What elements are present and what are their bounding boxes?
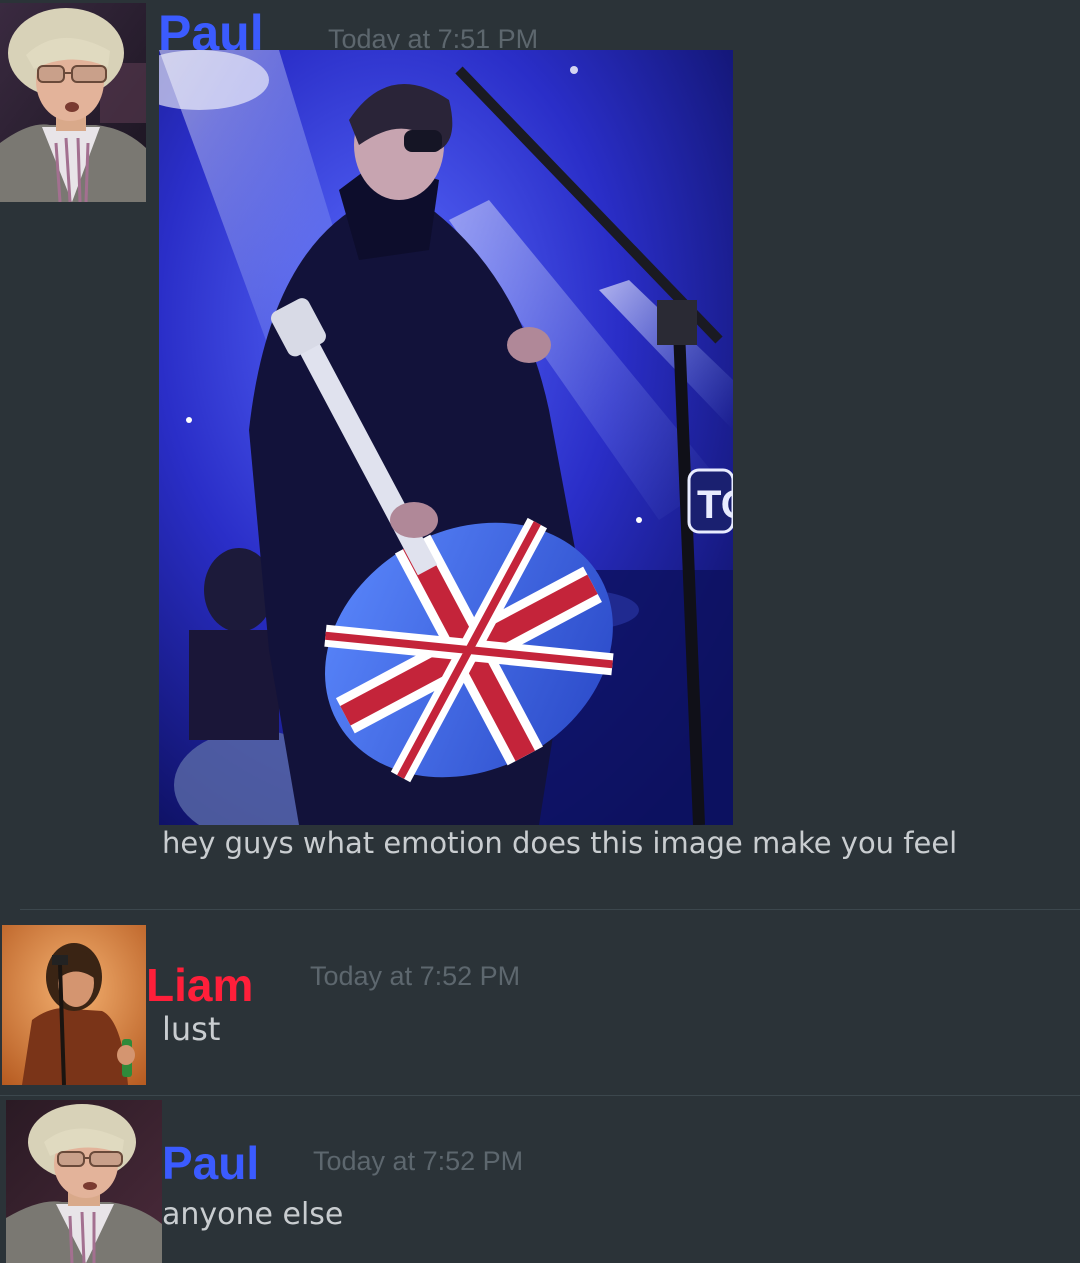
message-text: anyone else — [162, 1197, 344, 1232]
divider — [0, 1095, 1080, 1096]
avatar[interactable] — [2, 925, 146, 1085]
chat-window: Paul Today at 7:51 PM T hey guys what em… — [0, 0, 1080, 1263]
timestamp: Today at 7:52 PM — [310, 961, 521, 991]
avatar[interactable] — [6, 1100, 162, 1263]
image-attachment[interactable]: TO — [159, 50, 733, 825]
stage-sign-text: TO — [697, 483, 733, 527]
user-avatar-image — [0, 3, 146, 202]
user-avatar-image — [2, 925, 146, 1085]
message-text: hey guys what emotion does this image ma… — [162, 826, 958, 860]
user-avatar-image — [6, 1100, 162, 1263]
concert-photo: TO — [159, 50, 733, 825]
username[interactable]: Paul — [162, 1140, 259, 1186]
timestamp: Today at 7:51 PM — [328, 24, 539, 54]
avatar[interactable] — [0, 3, 146, 202]
divider — [20, 909, 1080, 910]
message-text: lust — [162, 1010, 221, 1048]
timestamp: Today at 7:52 PM — [313, 1146, 524, 1176]
username[interactable]: Liam — [146, 962, 253, 1008]
